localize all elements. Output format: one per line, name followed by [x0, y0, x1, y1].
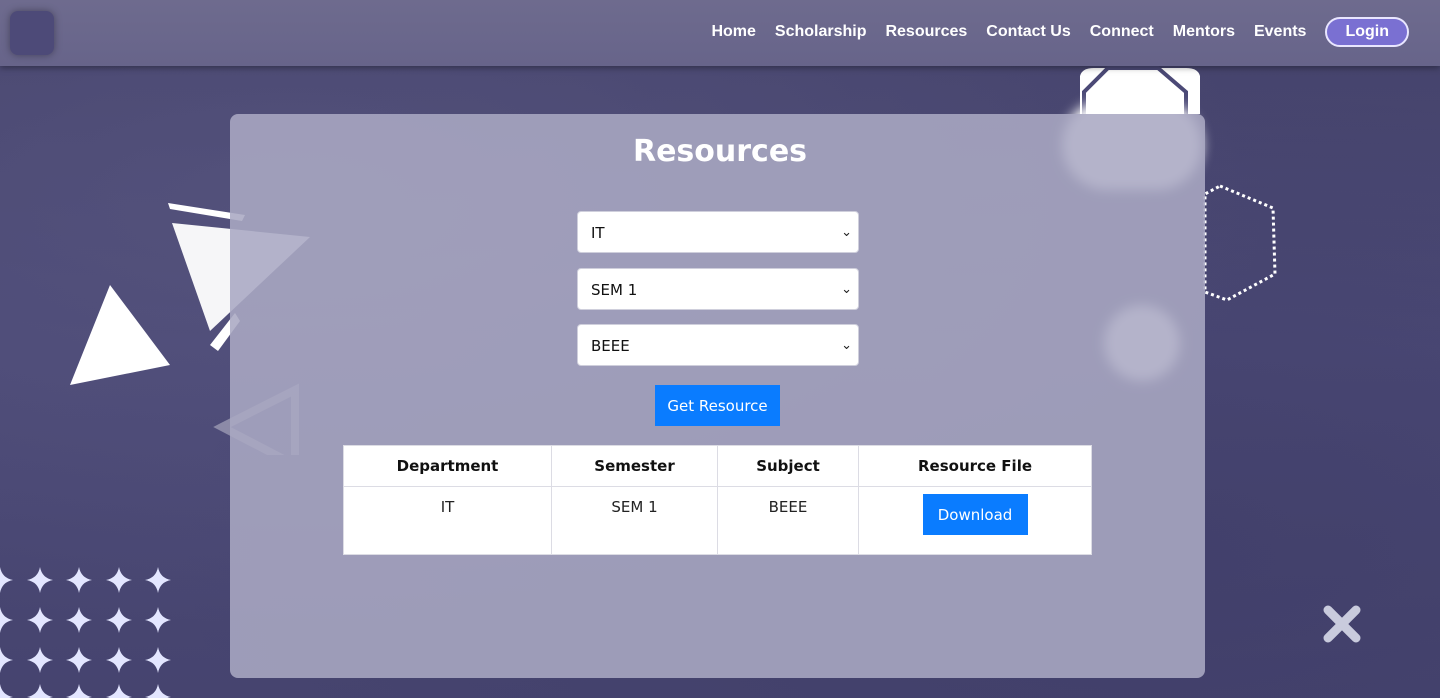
- logo[interactable]: [10, 11, 54, 55]
- cell-department: IT: [343, 486, 552, 555]
- subject-select-value: BEEE: [591, 337, 630, 355]
- resources-table: Department Semester Subject Resource Fil…: [343, 445, 1092, 555]
- nav-events-link[interactable]: Events: [1254, 17, 1306, 47]
- chevron-down-icon: ⌄: [841, 338, 852, 353]
- semester-select[interactable]: SEM 1 ⌄: [577, 268, 859, 310]
- nav-resources-link[interactable]: Resources: [885, 17, 967, 47]
- table-header-row: Department Semester Subject Resource Fil…: [343, 445, 1092, 487]
- nav-mentors-link[interactable]: Mentors: [1173, 17, 1235, 47]
- table-row: IT SEM 1 BEEE Download: [343, 486, 1092, 555]
- top-navbar: Home Scholarship Resources Contact Us Co…: [0, 0, 1440, 66]
- cell-semester: SEM 1: [551, 486, 718, 555]
- header-semester: Semester: [551, 445, 718, 487]
- cell-resource-file: Download: [858, 486, 1092, 555]
- get-resource-button[interactable]: Get Resource: [655, 385, 780, 426]
- nav-home-link[interactable]: Home: [711, 17, 755, 47]
- nav-links: Home Scholarship Resources Contact Us Co…: [692, 17, 1409, 47]
- subject-select[interactable]: BEEE ⌄: [577, 324, 859, 366]
- chevron-down-icon: ⌄: [841, 225, 852, 240]
- login-button[interactable]: Login: [1325, 17, 1409, 47]
- nav-contact-link[interactable]: Contact Us: [986, 17, 1070, 47]
- semester-select-value: SEM 1: [591, 281, 638, 299]
- x-icon: [1323, 605, 1361, 643]
- department-select-value: IT: [591, 224, 605, 242]
- x-decoration: [1323, 605, 1361, 643]
- download-button[interactable]: Download: [922, 494, 1028, 535]
- sparkle-grid-decoration: [0, 567, 171, 698]
- cell-subject: BEEE: [717, 486, 859, 555]
- chevron-down-icon: ⌄: [841, 282, 852, 297]
- triangle-icon: [70, 285, 170, 385]
- header-resource-file: Resource File: [858, 445, 1092, 487]
- header-department: Department: [343, 445, 552, 487]
- department-select[interactable]: IT ⌄: [577, 211, 859, 253]
- nav-connect-link[interactable]: Connect: [1090, 17, 1154, 47]
- header-subject: Subject: [717, 445, 859, 487]
- hexagon-icon: [1203, 184, 1277, 302]
- nav-scholarship-link[interactable]: Scholarship: [775, 17, 867, 47]
- page-title: Resources: [632, 134, 808, 169]
